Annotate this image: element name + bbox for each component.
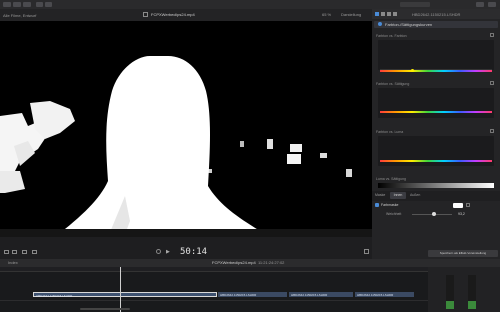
mask-tabs-row: Maske Innen Außen <box>372 191 500 201</box>
timeline-ruler[interactable] <box>0 267 428 272</box>
browser-toggle-button[interactable] <box>13 2 21 7</box>
enhance-icon[interactable] <box>32 250 37 254</box>
timeline-clip[interactable]: HBD2642.1150215.LSHDR <box>218 292 288 297</box>
timeline-track-divider <box>0 300 428 301</box>
save-preset-button[interactable]: Speichern als Effekt-Voreinstellung <box>428 250 498 257</box>
play-icon[interactable]: ▶ <box>166 249 170 255</box>
timeline-clip[interactable]: HBD2642.1150215.LSHDR <box>289 292 354 297</box>
viewer-controls: ▶ 50:14 <box>0 237 372 259</box>
playhead[interactable] <box>120 267 121 312</box>
export-button[interactable] <box>488 2 496 7</box>
video-inspector-icon[interactable] <box>375 12 379 16</box>
curve-hue-hue[interactable] <box>378 40 494 72</box>
clip-icon <box>143 12 148 17</box>
curve-label-luma-sat: Luma vs. Sättigung <box>376 177 406 181</box>
effect-header[interactable]: Farbton-/Sättigungskurven <box>374 21 498 28</box>
share-inspector-icon[interactable] <box>393 12 397 16</box>
softness-row: Weichheit 93,2 <box>372 210 500 219</box>
tab-aussen[interactable]: Außen <box>410 193 420 198</box>
timeline-clip-selected[interactable]: HBD2642.1150215.LSHDR <box>33 292 217 298</box>
viewer[interactable] <box>0 21 372 237</box>
inspector-clip-name: HBD2642.1150215.LSHDR <box>412 12 461 17</box>
viewer-frame-image <box>0 21 372 237</box>
clip-appearance-icon[interactable] <box>4 250 9 254</box>
timeline[interactable]: HBD2642.1150215.LSHDR HBD2642.1150215.LS… <box>0 267 428 312</box>
display-menu[interactable]: Darstellung <box>341 12 361 17</box>
inspector-panel: HBD2642.1150215.LSHDR Farbton-/Sättigung… <box>372 9 500 259</box>
color-mask-row: Farbmaske <box>372 201 500 210</box>
eyedropper-icon[interactable] <box>490 81 494 85</box>
viewer-timecode: 50:14 <box>180 247 208 257</box>
eyedropper-icon[interactable] <box>490 33 494 37</box>
softness-value[interactable]: 93,2 <box>458 212 465 217</box>
softness-label: Weichheit <box>386 212 402 216</box>
eyedropper-icon[interactable] <box>490 129 494 133</box>
top-toolbar <box>0 0 500 9</box>
tab-maske[interactable]: Maske <box>375 193 385 198</box>
eyedropper-icon[interactable] <box>466 203 470 207</box>
record-icon[interactable] <box>156 249 161 254</box>
mask-color-swatch[interactable] <box>453 203 463 208</box>
audio-meter-right <box>468 275 476 309</box>
library-toggle-button[interactable] <box>3 2 11 7</box>
timeline-duration: 11:21:24:27:02 <box>258 260 285 265</box>
color-mask-label: Farbmaske <box>381 203 399 207</box>
transform-icon[interactable] <box>12 250 17 254</box>
timeline-scrollbar[interactable] <box>80 308 130 310</box>
audio-meter-left <box>446 275 454 309</box>
audio-meter-panel <box>428 267 500 312</box>
timeline-clip[interactable]: HBD2642.1150215.LSHDR <box>355 292 415 297</box>
luma-gradient-bar[interactable] <box>378 183 494 188</box>
tab-innen[interactable]: Innen <box>390 192 406 199</box>
speed-icon[interactable] <box>22 250 27 254</box>
curve-label-hue-hue: Farbton vs. Farbton <box>376 34 407 38</box>
timeline-toolbar: Index FCPXWerbeclips24.mp4 11:21:24:27:0… <box>0 259 500 267</box>
viewer-toolbar: Alle Filme, Entwurf FCPXWerbeclips24.mp4… <box>0 9 372 21</box>
info-inspector-icon[interactable] <box>387 12 391 16</box>
inspector-toggle-button[interactable] <box>476 2 484 7</box>
curve-label-hue-sat: Farbton vs. Sättigung <box>376 82 410 86</box>
share-button[interactable] <box>400 2 430 7</box>
fullscreen-icon[interactable] <box>364 249 369 254</box>
viewer-filename: FCPXWerbeclips24.mp4 <box>151 12 195 17</box>
timeline-index-button[interactable]: Index <box>8 260 18 265</box>
library-label: Alle Filme, Entwurf <box>3 13 37 18</box>
checkbox-icon[interactable] <box>375 203 379 207</box>
inspector-header: HBD2642.1150215.LSHDR <box>372 9 500 19</box>
effect-title: Farbton-/Sättigungskurven <box>385 22 433 27</box>
curve-label-hue-luma: Farbton vs. Luma <box>376 130 404 134</box>
zoom-level[interactable]: 65 % <box>322 12 331 17</box>
timeline-project-title: FCPXWerbeclips24.mp4 <box>212 260 256 265</box>
curve-hue-sat[interactable] <box>378 88 494 118</box>
import-button[interactable] <box>23 2 31 7</box>
audio-inspector-icon[interactable] <box>381 12 385 16</box>
softness-slider-knob[interactable] <box>432 212 436 216</box>
curve-hue-luma[interactable] <box>378 136 494 166</box>
keyword-button[interactable] <box>36 2 43 7</box>
effect-enable-icon[interactable] <box>378 22 382 26</box>
rating-button[interactable] <box>45 2 52 7</box>
